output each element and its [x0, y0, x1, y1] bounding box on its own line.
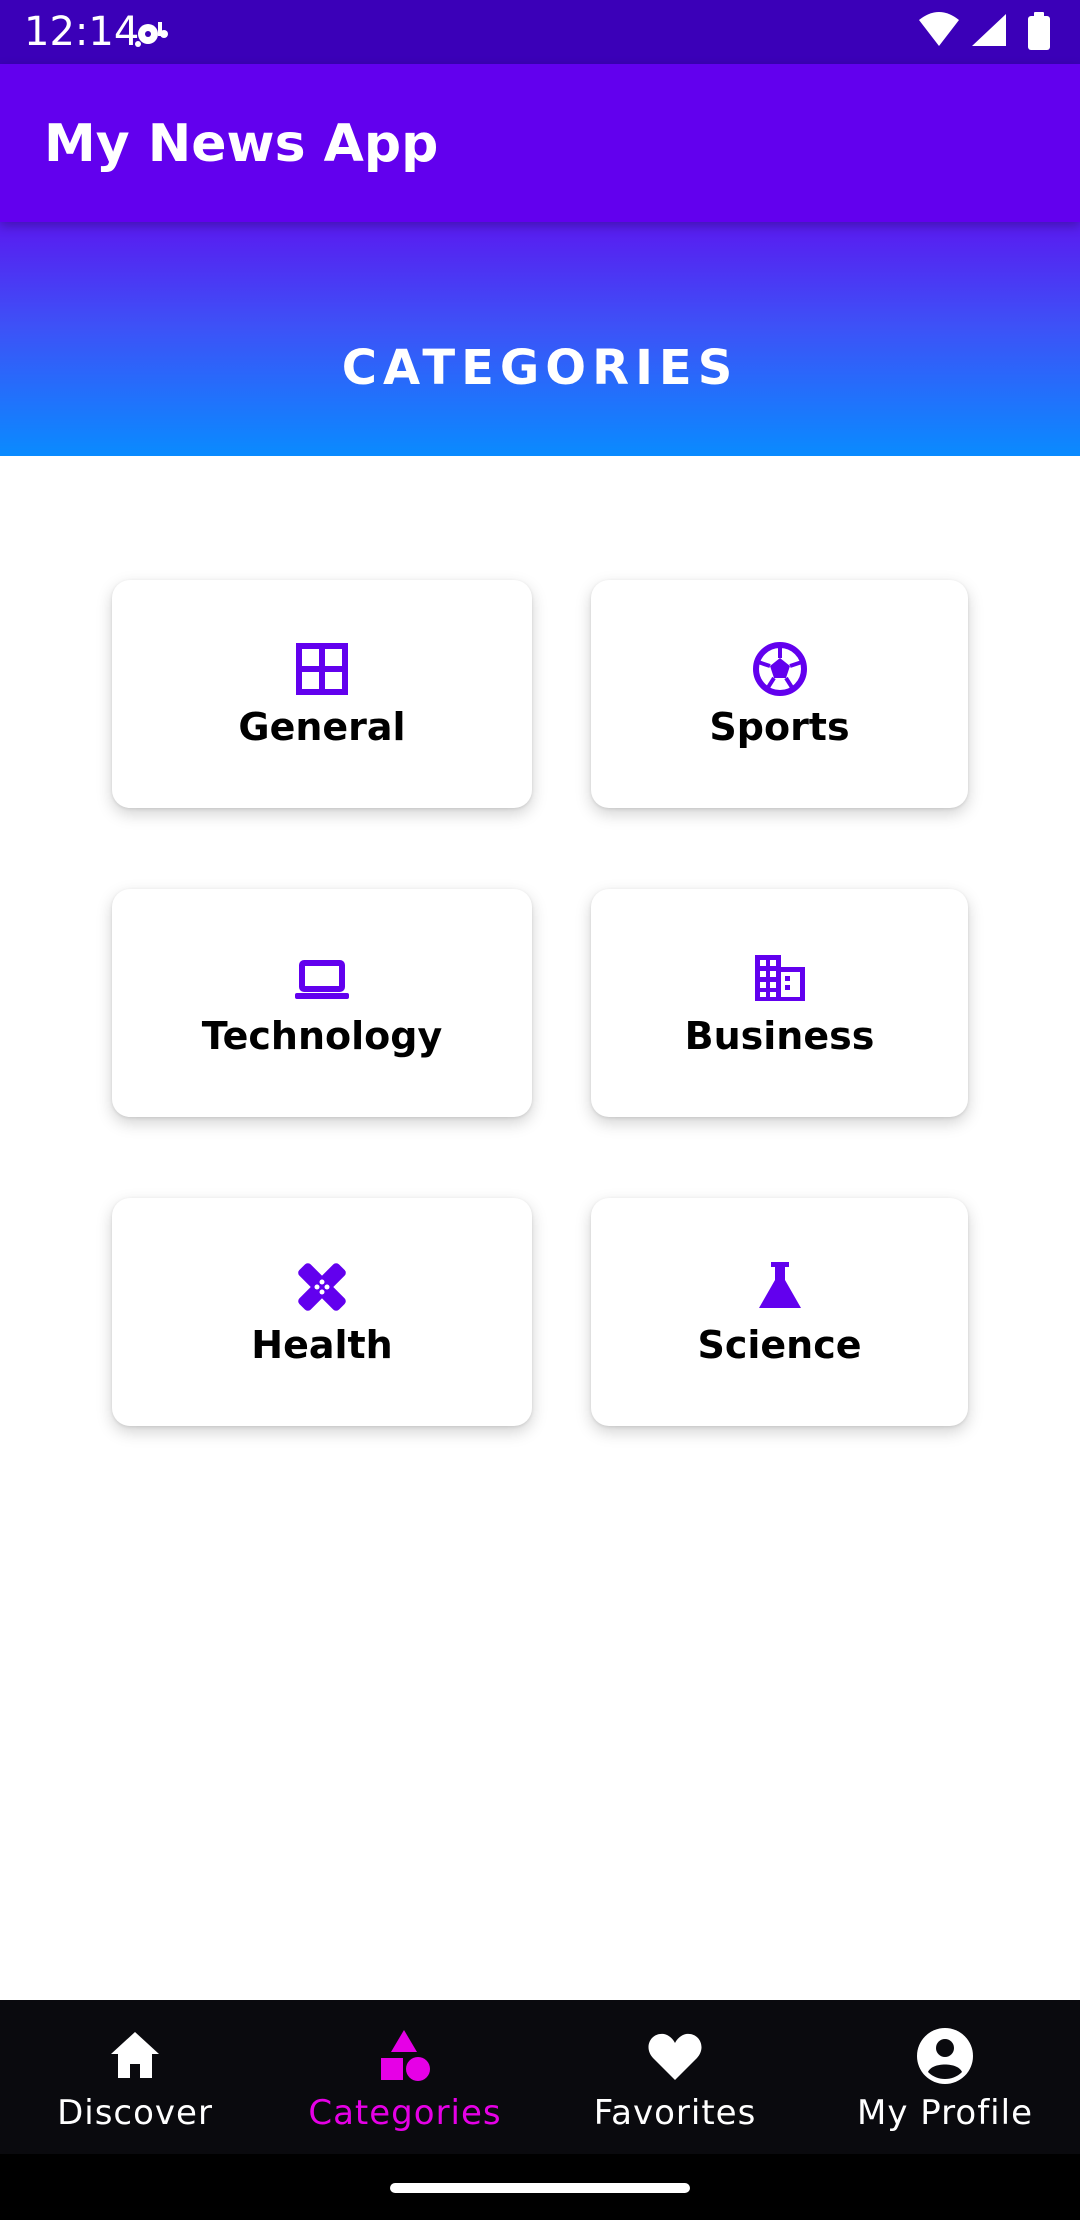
categories-header: CATEGORIES — [0, 222, 1080, 456]
category-label: General — [238, 705, 406, 749]
category-card-general[interactable]: General — [112, 580, 532, 808]
laptop-icon — [295, 960, 349, 999]
heart-icon — [648, 2033, 702, 2080]
home-gesture-handle[interactable] — [390, 2183, 690, 2193]
status-bar: 12:14 — [0, 0, 1080, 64]
category-card-business[interactable]: Business — [591, 889, 968, 1117]
bandage-icon — [298, 1263, 346, 1311]
bottom-navigation: Discover Categories Favorites My Profile — [0, 2000, 1080, 2154]
soccer-ball-icon — [752, 642, 807, 696]
app-title: My News App — [44, 114, 439, 174]
category-label: Health — [251, 1323, 393, 1367]
category-card-science[interactable]: Science — [591, 1198, 968, 1426]
grid-icon — [296, 643, 348, 695]
nav-item-categories[interactable]: Categories — [270, 2000, 540, 2154]
category-label: Business — [684, 1014, 875, 1058]
nav-item-favorites[interactable]: Favorites — [540, 2000, 810, 2154]
nav-label: My Profile — [857, 2093, 1033, 2133]
category-shapes-icon — [381, 2030, 430, 2081]
nav-label: Discover — [57, 2093, 213, 2133]
wifi-icon — [919, 12, 959, 46]
nav-item-discover[interactable]: Discover — [0, 2000, 270, 2154]
nav-item-my-profile[interactable]: My Profile — [810, 2000, 1080, 2154]
category-label: Sports — [709, 705, 850, 749]
app-bar: My News App — [0, 64, 1080, 222]
media-notification-icon — [135, 22, 168, 47]
nav-label: Favorites — [593, 2093, 757, 2133]
section-title: CATEGORIES — [341, 340, 739, 396]
flask-icon — [758, 1262, 801, 1308]
nav-label: Categories — [308, 2093, 502, 2133]
system-gesture-bar — [0, 2154, 1080, 2220]
office-building-icon — [754, 955, 805, 1001]
signal-icon — [972, 14, 1006, 46]
category-card-health[interactable]: Health — [112, 1198, 532, 1426]
category-card-technology[interactable]: Technology — [112, 889, 532, 1117]
status-time: 12:14 — [24, 9, 140, 55]
category-label: Science — [697, 1323, 862, 1367]
battery-icon — [1028, 12, 1050, 50]
account-circle-icon — [917, 2028, 973, 2084]
category-card-sports[interactable]: Sports — [591, 580, 968, 808]
home-icon — [111, 2032, 159, 2078]
category-label: Technology — [201, 1014, 443, 1058]
